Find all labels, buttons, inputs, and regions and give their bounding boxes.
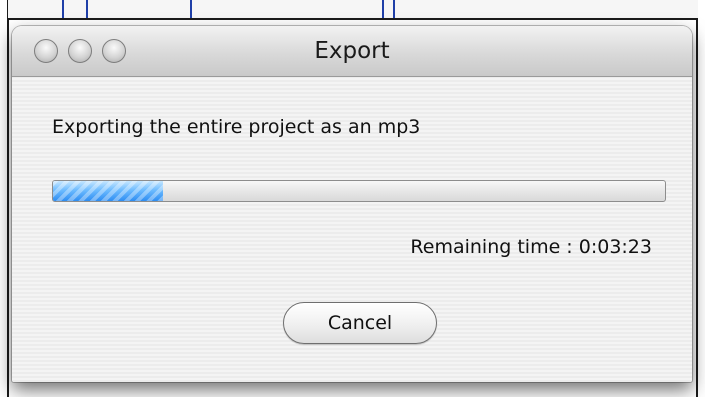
export-progress-fill: [53, 181, 164, 201]
export-progress-bar: [52, 180, 666, 202]
dialog-titlebar: Export: [12, 26, 692, 77]
cancel-button[interactable]: Cancel: [283, 302, 437, 344]
timeline-marker: [86, 0, 88, 18]
timeline-marker: [382, 0, 384, 18]
timeline-marker: [62, 0, 64, 18]
background-frame-left: [7, 0, 9, 397]
dialog-title: Export: [314, 38, 390, 64]
timeline-marker: [393, 0, 395, 18]
timeline-marker: [190, 0, 192, 18]
export-message: Exporting the entire project as an mp3: [52, 116, 421, 138]
background-timeline-strip: [8, 0, 698, 20]
background-frame-right: [696, 0, 698, 397]
export-dialog: Export Exporting the entire project as a…: [12, 26, 692, 382]
remaining-time: Remaining time : 0:03:23: [410, 236, 652, 258]
